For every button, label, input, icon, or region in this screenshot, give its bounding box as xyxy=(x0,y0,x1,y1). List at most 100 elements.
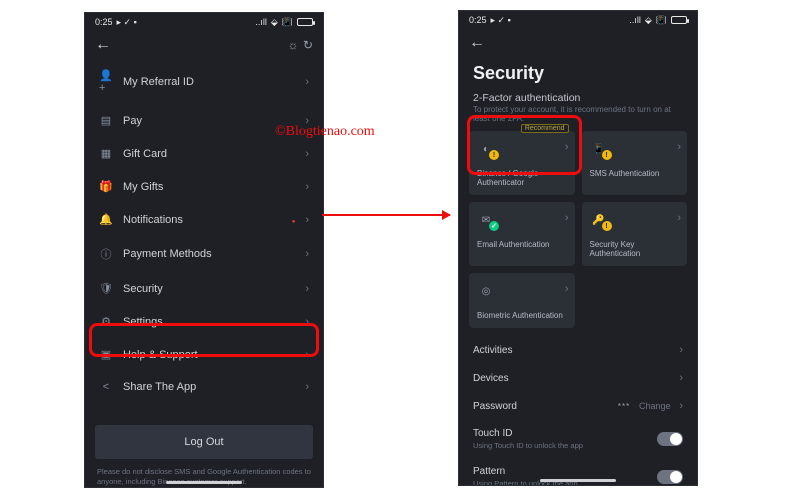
toggle-touch-id[interactable] xyxy=(657,432,683,446)
pay-icon: ▤ xyxy=(99,114,113,127)
share-icon: < xyxy=(99,381,113,393)
chevron-right-icon: › xyxy=(305,76,309,88)
sidebar-item-help[interactable]: ▣ Help & Support › xyxy=(89,338,319,371)
warn-badge-icon: ! xyxy=(602,150,612,160)
card-label: Email Authentication xyxy=(477,240,567,249)
card-sms[interactable]: 📱!›SMS Authentication xyxy=(582,131,688,195)
opt-label: Activities xyxy=(473,345,512,356)
section-desc: To protect your account, it is recommend… xyxy=(459,104,697,131)
page-title: Security xyxy=(459,57,697,86)
password-masked: *** xyxy=(618,402,630,411)
chevron-right-icon: › xyxy=(305,349,309,361)
chevron-right-icon: › xyxy=(565,283,569,295)
signal-icon: ..ıll xyxy=(629,15,641,25)
chevron-right-icon: › xyxy=(679,372,683,384)
theme-icon[interactable]: ☼ xyxy=(287,38,298,52)
sidebar-item-payment[interactable]: ⓘ Payment Methods › xyxy=(89,236,319,272)
watermark: ©Blogtienao.com xyxy=(275,124,375,140)
card-label: Binance / Google Authenticator xyxy=(477,169,567,187)
opt-sub: Using Touch ID to unlock the app xyxy=(473,441,583,450)
notifications-icon: 🔔 xyxy=(99,213,113,226)
home-indicator xyxy=(166,481,242,484)
security-icon: 🛡 xyxy=(99,282,113,295)
seckey-icon: 🔑! xyxy=(590,211,608,229)
vibrate-icon: 📳 xyxy=(282,17,293,28)
section-subtitle: 2-Factor authentication xyxy=(459,86,697,104)
opt-touch-id[interactable]: Touch ID Using Touch ID to unlock the ap… xyxy=(459,420,697,458)
chevron-right-icon: › xyxy=(565,212,569,224)
status-time: 0:25 xyxy=(95,17,113,27)
sidebar-item-label: Help & Support xyxy=(123,349,198,361)
topbar: ← ☼ ↻ xyxy=(85,31,323,59)
sidebar-item-referral[interactable]: 👤+ My Referral ID › xyxy=(89,59,319,104)
gifts-icon: 🎁 xyxy=(99,180,113,193)
battery-icon xyxy=(297,18,313,26)
chevron-right-icon: › xyxy=(565,141,569,153)
refresh-icon[interactable]: ↻ xyxy=(303,38,313,52)
opt-label: Devices xyxy=(473,373,509,384)
account-menu: 👤+ My Referral ID › ▤ Pay › ▦ Gift Card › 🎁 My Gif… xyxy=(85,59,323,403)
chevron-right-icon: › xyxy=(677,212,681,224)
card-seckey[interactable]: 🔑! › Security Key Authentication xyxy=(582,202,688,266)
warn-badge-icon: ! xyxy=(602,221,612,231)
back-icon[interactable]: ← xyxy=(95,36,111,54)
ok-badge-icon: ✓ xyxy=(489,221,499,231)
referral-icon: 👤+ xyxy=(99,69,113,94)
opt-label: Password xyxy=(473,401,517,412)
sidebar-item-label: Pay xyxy=(123,115,142,127)
sms-icon: 📱! xyxy=(590,140,608,158)
sidebar-item-label: My Gifts xyxy=(123,181,163,193)
chevron-right-icon: › xyxy=(305,381,309,393)
chevron-right-icon: › xyxy=(679,344,683,356)
toggle-pattern[interactable] xyxy=(657,470,683,484)
status-bar: 0:25 ▸ ✓ ▪ ..ıll ⬙ 📳 xyxy=(85,13,323,31)
payment-icon: ⓘ xyxy=(99,246,113,262)
chevron-right-icon: › xyxy=(305,181,309,193)
battery-icon xyxy=(671,16,687,24)
sidebar-item-giftcard[interactable]: ▦ Gift Card › xyxy=(89,137,319,170)
phone-left: 0:25 ▸ ✓ ▪ ..ıll ⬙ 📳 ← ☼ ↻ 👤+ My Referral… xyxy=(84,12,324,488)
chevron-right-icon: › xyxy=(305,248,309,260)
chevron-right-icon: › xyxy=(305,283,309,295)
chevron-right-icon: › xyxy=(679,400,683,412)
sidebar-item-label: Gift Card xyxy=(123,148,167,160)
biometric-icon: ◎ xyxy=(477,282,495,300)
back-icon[interactable]: ← xyxy=(469,34,485,52)
sidebar-item-security[interactable]: 🛡 Security › xyxy=(89,272,319,305)
status-icons: ▸ ✓ ▪ xyxy=(117,17,137,28)
sidebar-item-settings[interactable]: ⚙Settings› xyxy=(89,305,319,338)
card-label: SMS Authentication xyxy=(590,169,680,178)
sidebar-item-label: My Referral ID xyxy=(123,76,194,88)
sidebar-item-label: Settings xyxy=(123,316,163,328)
disclaimer-text: Please do not disclose SMS and Google Au… xyxy=(85,467,323,487)
status-time: 0:25 xyxy=(469,15,487,25)
recommend-tag: Recommend xyxy=(521,124,569,133)
sidebar-item-label: Notifications xyxy=(123,214,183,226)
chevron-right-icon: › xyxy=(292,214,309,226)
opt-activities[interactable]: Activities › xyxy=(459,336,697,364)
settings-icon: ⚙ xyxy=(99,315,113,328)
sidebar-item-label: Share The App xyxy=(123,381,196,393)
help-icon: ▣ xyxy=(99,348,113,361)
topbar: ← xyxy=(459,29,697,57)
opt-password[interactable]: Password *** Change › xyxy=(459,392,697,420)
giftcard-icon: ▦ xyxy=(99,147,113,160)
opt-devices[interactable]: Devices › xyxy=(459,364,697,392)
sidebar-item-label: Security xyxy=(123,283,163,295)
card-authenticator[interactable]: Recommend◐!›Binance / Google Authenticat… xyxy=(469,131,575,195)
sidebar-item-share[interactable]: < Share The App › xyxy=(89,371,319,403)
card-biometric[interactable]: ◎›Biometric Authentication xyxy=(469,273,575,328)
wifi-icon: ⬙ xyxy=(645,15,652,26)
tutorial-arrow xyxy=(322,214,450,216)
chevron-right-icon: › xyxy=(305,148,309,160)
opt-label: Touch ID xyxy=(473,428,583,439)
card-label: Security Key Authentication xyxy=(590,240,680,258)
phone-right: 0:25 ▸ ✓ ▪ ..ıll ⬙ 📳 ← Security 2-Factor… xyxy=(458,10,698,486)
vibrate-icon: 📳 xyxy=(656,15,667,26)
sidebar-item-label: Payment Methods xyxy=(123,248,212,260)
card-email[interactable]: ✉✓›Email Authentication xyxy=(469,202,575,266)
sidebar-item-gifts[interactable]: 🎁 My Gifts › xyxy=(89,170,319,203)
logout-button[interactable]: Log Out xyxy=(95,425,313,459)
status-icons: ▸ ✓ ▪ xyxy=(491,15,511,26)
sidebar-item-notifications[interactable]: 🔔 Notifications › xyxy=(89,203,319,236)
